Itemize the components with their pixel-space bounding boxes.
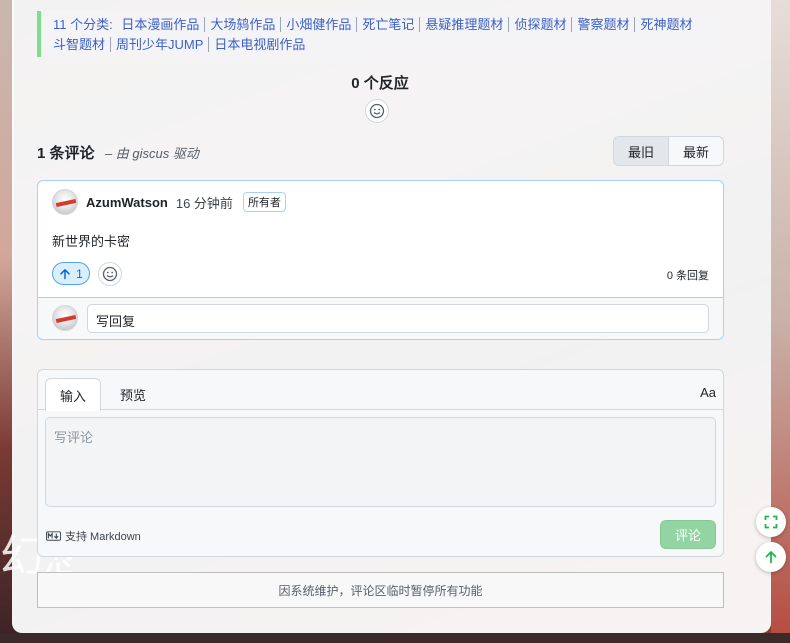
category-link[interactable]: 死亡笔记 (357, 17, 421, 32)
category-line-1: 11 个分类: 日本漫画作品 大场鸫作品 小畑健作品 死亡笔记 悬疑推理题材 侦探题材 警察… (53, 15, 714, 35)
tab-preview[interactable]: 预览 (108, 378, 158, 411)
sort-oldest-button[interactable]: 最旧 (614, 137, 669, 165)
expand-icon (764, 515, 778, 529)
font-toggle-button[interactable]: Aa (700, 385, 716, 400)
category-link[interactable]: 侦探题材 (509, 17, 573, 32)
powered-by: – 由 giscus 驱动 (104, 146, 199, 161)
upvote-count: 1 (76, 266, 83, 281)
reactions-title: 0 个反应 (351, 75, 409, 92)
category-link[interactable]: 日本漫画作品 (116, 17, 206, 32)
avatar (52, 305, 78, 331)
submit-comment-button[interactable]: 评论 (660, 520, 716, 549)
category-line-2: 斗智题材 周刊少年JUMP 日本电视剧作品 (48, 35, 714, 55)
comments-header: 1 条评论 – 由 giscus 驱动 (37, 142, 199, 162)
category-list: 11 个分类: 日本漫画作品 大场鸫作品 小畑健作品 死亡笔记 悬疑推理题材 侦探题材 警察… (37, 11, 724, 57)
arrow-up-icon (765, 551, 777, 564)
owner-badge: 所有者 (242, 192, 286, 212)
comment-editor: 输入 预览 Aa 写评论 支持 Markdown 评论 (37, 369, 724, 557)
sort-newest-button[interactable]: 最新 (669, 137, 723, 165)
reply-area: 写回复 (38, 297, 723, 339)
markdown-hint-label: 支持 Markdown (65, 531, 141, 543)
background-bottom-strip (0, 633, 790, 643)
back-to-top-button[interactable] (756, 542, 786, 572)
comment-author[interactable]: AzumWatson (86, 195, 168, 210)
comment-textarea[interactable]: 写评论 (45, 417, 716, 507)
category-link[interactable]: 死神题材 (635, 17, 697, 32)
comment-body: 新世界的卡密 (52, 234, 131, 249)
markdown-hint[interactable]: 支持 Markdown (46, 528, 141, 544)
category-link[interactable]: 小畑健作品 (281, 17, 358, 32)
category-link[interactable]: 大场鸫作品 (205, 17, 282, 32)
comment-time[interactable]: 16 分钟前 (176, 193, 233, 212)
comment-reaction-button[interactable] (98, 262, 122, 286)
upvote-button[interactable]: 1 (52, 262, 90, 285)
smiley-icon (369, 103, 385, 119)
category-link[interactable]: 悬疑推理题材 (420, 17, 510, 32)
category-link[interactable]: 斗智题材 (48, 36, 112, 52)
maintenance-notice: 因系统维护，评论区临时暂停所有功能 (37, 572, 724, 608)
editor-tabs: 输入 预览 Aa (38, 370, 723, 411)
fullscreen-button[interactable] (756, 507, 786, 537)
arrow-up-icon (60, 268, 70, 279)
comment-header: AzumWatson 16 分钟前 所有者 (52, 189, 286, 215)
smiley-icon (102, 266, 118, 282)
category-link[interactable]: 日本电视剧作品 (209, 37, 310, 52)
category-link[interactable]: 警察题材 (572, 17, 636, 32)
sort-toggle: 最旧 最新 (613, 136, 724, 166)
reply-input[interactable]: 写回复 (87, 304, 709, 333)
category-link[interactable]: 周刊少年JUMP (111, 36, 210, 52)
avatar[interactable] (52, 189, 78, 215)
comment-card: AzumWatson 16 分钟前 所有者 新世界的卡密 1 0 条回复 写回复 (37, 180, 724, 340)
comment-count: 1 条评论 (37, 145, 95, 162)
tab-write[interactable]: 输入 (45, 378, 101, 411)
category-count: 11 个分类: (53, 17, 113, 32)
reply-count: 0 条回复 (666, 270, 709, 282)
markdown-icon (46, 531, 61, 541)
add-reaction-button[interactable] (365, 99, 389, 123)
